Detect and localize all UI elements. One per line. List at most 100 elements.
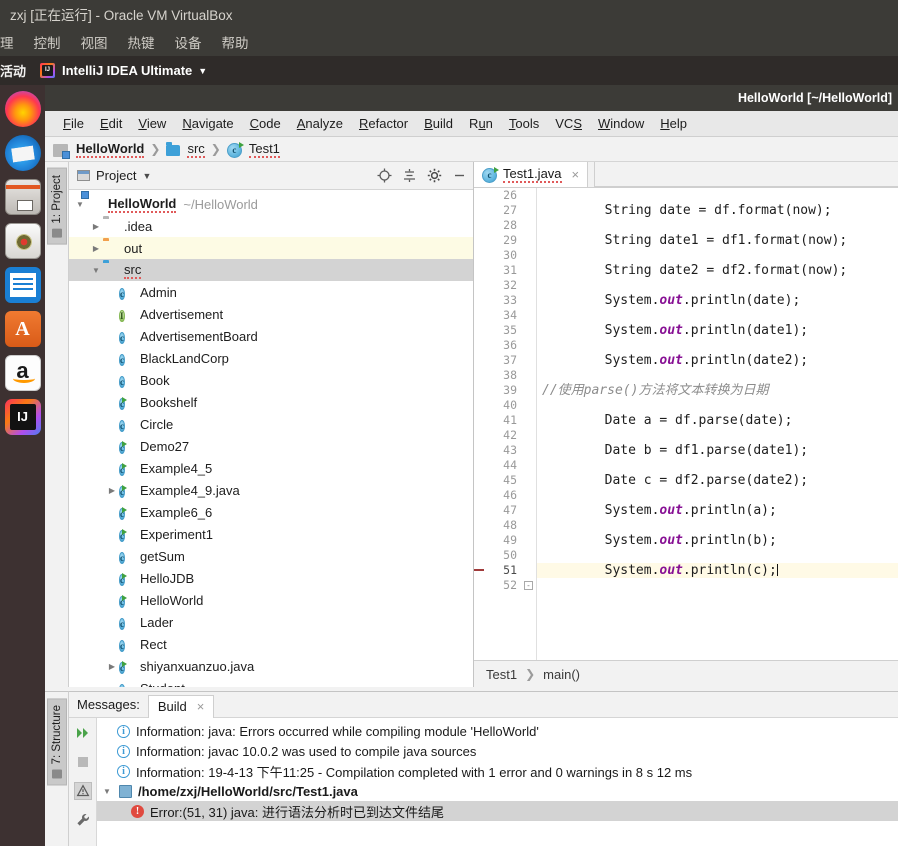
message-row[interactable]: i Information: javac 10.0.2 was used to c…: [97, 741, 898, 761]
code-folding-gutter[interactable]: -: [522, 188, 536, 660]
code-line[interactable]: //使用parse()方法将文本转换为日期: [536, 383, 898, 398]
tool-window-tab-structure[interactable]: 7: Structure: [46, 698, 67, 786]
tree-node-lader[interactable]: c Lader: [69, 611, 473, 633]
virtualbox-menubar[interactable]: 理控制 视图 热键 设备 帮助: [0, 28, 898, 56]
tree-node-blacklandcorp[interactable]: c BlackLandCorp: [69, 347, 473, 369]
code-line[interactable]: Date a = df.parse(date);: [536, 413, 898, 428]
vbox-menu-item-0[interactable]: 理: [0, 32, 14, 52]
tree-node-circle[interactable]: c Circle: [69, 413, 473, 435]
active-app-name[interactable]: IntelliJ IDEA Ultimate: [62, 63, 192, 78]
code-line[interactable]: String date1 = df1.format(now);: [536, 233, 898, 248]
tree-node-getsum[interactable]: c getSum: [69, 545, 473, 567]
menu-refactor[interactable]: Refactor: [351, 113, 416, 134]
collapse-all-icon[interactable]: [402, 168, 417, 183]
hide-panel-icon[interactable]: [452, 168, 467, 183]
menu-analyze[interactable]: Analyze: [289, 113, 351, 134]
amazon-icon[interactable]: [4, 355, 41, 391]
tree-node--idea[interactable]: .idea: [69, 215, 473, 237]
code-line[interactable]: System.out.println(c);: [536, 563, 898, 578]
chevron-down-icon[interactable]: [89, 266, 103, 275]
project-panel-title[interactable]: Project ▼: [77, 168, 151, 183]
code-line[interactable]: [536, 548, 898, 563]
code-editor[interactable]: 26 27 28 29 30 31 32 33 34 35 36 37 38 39 40 41 42 43 44 45…: [474, 188, 898, 660]
code-line[interactable]: [536, 518, 898, 533]
menubar[interactable]: File Edit View Navigate Code Analyze Refactor B…: [45, 111, 898, 137]
tree-node-bookshelf[interactable]: c Bookshelf: [69, 391, 473, 413]
activities-button[interactable]: 活动: [0, 61, 40, 80]
breadcrumb-method[interactable]: main(): [543, 667, 580, 682]
code-line[interactable]: [536, 398, 898, 413]
navbar-item-helloworld[interactable]: HelloWorld: [76, 141, 145, 158]
code-line[interactable]: System.out.println(date);: [536, 293, 898, 308]
close-icon[interactable]: ×: [572, 167, 580, 182]
tree-node-hellojdb[interactable]: c HelloJDB: [69, 567, 473, 589]
settings-wrench-icon[interactable]: [74, 811, 92, 829]
files-icon[interactable]: [4, 179, 41, 215]
code-line[interactable]: [536, 308, 898, 323]
vbox-menu-item-2[interactable]: 视图: [81, 32, 108, 52]
code-line[interactable]: System.out.println(date2);: [536, 353, 898, 368]
code-fold-icon[interactable]: -: [524, 581, 533, 590]
code-line[interactable]: [536, 488, 898, 503]
error-stripe-gutter[interactable]: [474, 188, 484, 660]
code-line[interactable]: System.out.println(b);: [536, 533, 898, 548]
chevron-right-icon[interactable]: [105, 662, 119, 671]
tree-node-book[interactable]: c Book: [69, 369, 473, 391]
tree-node-helloworld[interactable]: HelloWorld ~/HelloWorld: [69, 193, 473, 215]
firefox-icon[interactable]: [4, 91, 41, 127]
locate-icon[interactable]: [377, 168, 392, 183]
code-line[interactable]: Date b = df1.parse(date1);: [536, 443, 898, 458]
code-line[interactable]: [536, 248, 898, 263]
menu-help[interactable]: Help: [652, 113, 695, 134]
rerun-icon[interactable]: [74, 724, 92, 742]
code-line[interactable]: [536, 188, 898, 203]
tree-node-example4_5[interactable]: c Example4_5: [69, 457, 473, 479]
code-line[interactable]: System.out.println(a);: [536, 503, 898, 518]
tree-node-experiment1[interactable]: c Experiment1: [69, 523, 473, 545]
menu-build[interactable]: Build: [416, 113, 461, 134]
libreoffice-writer-icon[interactable]: [4, 267, 41, 303]
stop-icon[interactable]: [74, 753, 92, 771]
tree-node-advertisement[interactable]: I Advertisement: [69, 303, 473, 325]
code-line[interactable]: System.out.println(date1);: [536, 323, 898, 338]
tool-window-tab-project[interactable]: 1: Project: [46, 168, 67, 245]
vbox-menu-item-1[interactable]: 控制: [34, 32, 61, 52]
code-line[interactable]: [536, 428, 898, 443]
tree-node-example6_6[interactable]: c Example6_6: [69, 501, 473, 523]
chevron-right-icon[interactable]: [89, 222, 103, 231]
navigation-bar[interactable]: HelloWorld ❯ src ❯ c Test1: [45, 137, 898, 162]
project-tree[interactable]: HelloWorld ~/HelloWorld .idea out src c Admin I…: [69, 190, 473, 687]
tree-node-helloworld[interactable]: c HelloWorld: [69, 589, 473, 611]
chevron-right-icon[interactable]: [105, 486, 119, 495]
menu-vcs[interactable]: VCS: [547, 113, 590, 134]
menu-code[interactable]: Code: [242, 113, 289, 134]
tree-node-src[interactable]: src: [69, 259, 473, 281]
vbox-menu-item-3[interactable]: 热键: [128, 32, 155, 52]
menu-tools[interactable]: Tools: [501, 113, 547, 134]
tree-node-student[interactable]: c Student: [69, 677, 473, 687]
tree-node-demo27[interactable]: c Demo27: [69, 435, 473, 457]
menu-window[interactable]: Window: [590, 113, 652, 134]
code-line[interactable]: Date c = df2.parse(date2);: [536, 473, 898, 488]
breadcrumb-class[interactable]: Test1: [486, 667, 517, 682]
navbar-item-src[interactable]: src: [187, 141, 205, 158]
chevron-down-icon[interactable]: ▼: [142, 171, 151, 181]
ubuntu-software-icon[interactable]: [4, 311, 41, 347]
rhythmbox-icon[interactable]: [4, 223, 41, 259]
message-row[interactable]: ! Error:(51, 31) java: 进行语法分析时已到达文件结尾: [97, 801, 898, 821]
close-icon[interactable]: ×: [197, 699, 205, 714]
message-row[interactable]: i Information: 19-4-13 下午11:25 - Compilat…: [97, 761, 898, 781]
code-text[interactable]: String date = df.format(now); String dat…: [536, 188, 898, 660]
messages-list[interactable]: i Information: java: Errors occurred whil…: [97, 718, 898, 846]
code-line[interactable]: [536, 578, 898, 593]
editor-breadcrumb[interactable]: Test1 ❯ main(): [474, 660, 898, 687]
thunderbird-icon[interactable]: [4, 135, 41, 171]
tree-node-advertisementboard[interactable]: c AdvertisementBoard: [69, 325, 473, 347]
tree-node-shiyanxuanzuo-java[interactable]: c shiyanxuanzuo.java: [69, 655, 473, 677]
menu-edit[interactable]: Edit: [92, 113, 130, 134]
error-stripe-mark[interactable]: [474, 569, 484, 571]
menu-file[interactable]: File: [55, 113, 92, 134]
code-line[interactable]: [536, 458, 898, 473]
code-line[interactable]: [536, 218, 898, 233]
intellij-idea-icon[interactable]: [4, 399, 41, 435]
